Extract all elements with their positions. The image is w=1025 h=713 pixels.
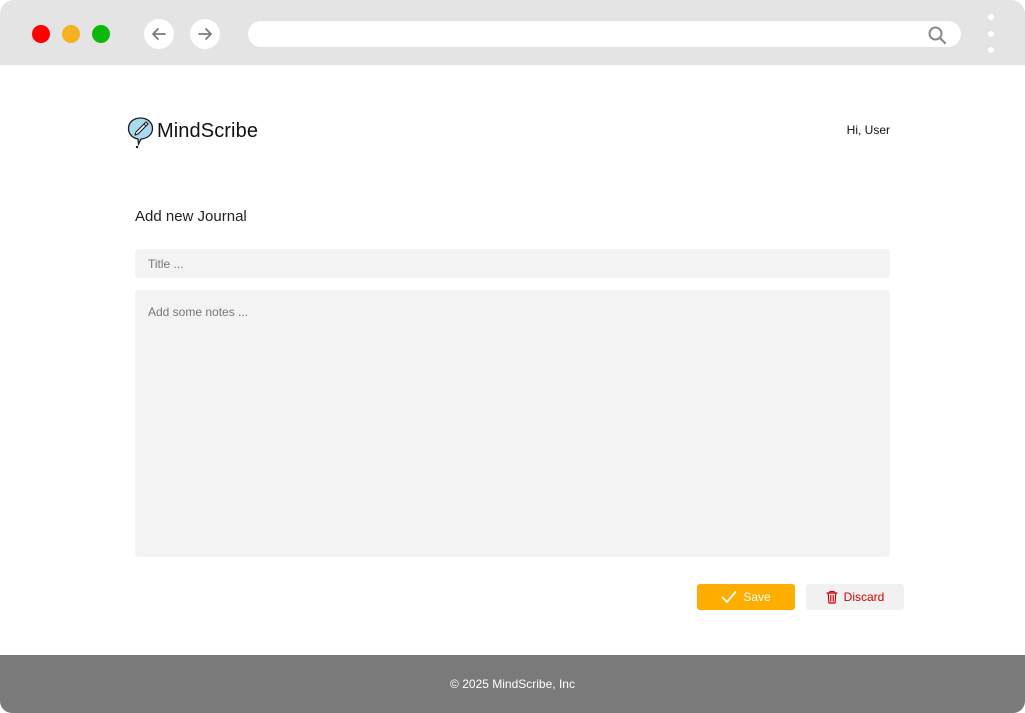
- address-bar[interactable]: [248, 21, 961, 47]
- check-icon: [721, 591, 737, 603]
- search-icon[interactable]: [927, 25, 947, 45]
- quill-bubble-icon: [127, 117, 154, 149]
- copyright-text: © 2025 MindScribe, Inc: [450, 677, 575, 691]
- discard-button-label: Discard: [843, 590, 885, 604]
- maximize-window-button[interactable]: [92, 25, 110, 43]
- app-name: MindScribe: [157, 119, 259, 142]
- save-button-label: Save: [743, 590, 771, 604]
- forward-button[interactable]: [190, 19, 220, 49]
- browser-toolbar: [0, 0, 1025, 65]
- page-footer: © 2025 MindScribe, Inc: [0, 655, 1025, 713]
- back-button[interactable]: [144, 19, 174, 49]
- discard-button[interactable]: Discard: [806, 584, 904, 610]
- arrow-left-icon: [152, 28, 166, 40]
- close-window-button[interactable]: [32, 25, 50, 43]
- arrow-right-icon: [198, 28, 212, 40]
- app-logo[interactable]: MindScribe: [127, 116, 258, 150]
- notes-textarea[interactable]: [135, 290, 890, 557]
- page-title: Add new Journal: [135, 208, 247, 225]
- trash-icon: [826, 590, 838, 604]
- save-button[interactable]: Save: [697, 584, 795, 610]
- user-greeting[interactable]: Hi, User: [847, 123, 890, 137]
- title-input[interactable]: [135, 249, 890, 278]
- more-options-button[interactable]: [985, 14, 997, 54]
- minimize-window-button[interactable]: [62, 25, 80, 43]
